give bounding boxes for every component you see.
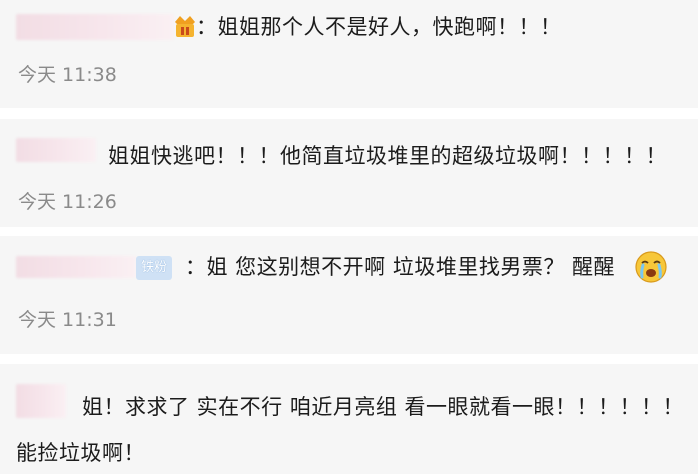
crying-emoji-icon [635, 251, 667, 283]
comment-text: ：姐 您这别想不开啊 垃圾堆里找男票？ 醒醒 [185, 255, 616, 279]
comment-timestamp: 今天 11:31 [18, 309, 117, 331]
comment-timestamp: 今天 11:26 [18, 191, 117, 213]
comment-text: 姐！求求了 实在不行 咱近月亮组 看一眼就看一眼！！！！！！ [82, 395, 685, 419]
username-blurred[interactable] [16, 14, 174, 40]
username-blurred[interactable] [16, 384, 66, 418]
comment-card: 铁粉 ：姐 您这别想不开啊 垃圾堆里找男票？ 醒醒 今天 11:31 [0, 236, 698, 354]
username-blurred[interactable] [16, 138, 96, 162]
comment-text-continued: 能捡垃圾啊！ [16, 441, 145, 465]
comment-timestamp: 今天 11:38 [18, 64, 117, 86]
comment-card: ：姐姐那个人不是好人，快跑啊！！！ 今天 11:38 [0, 0, 698, 108]
comment-card: 姐！求求了 实在不行 咱近月亮组 看一眼就看一眼！！！！！！ 能捡垃圾啊！ [0, 364, 698, 474]
comment-text: ：姐姐那个人不是好人，快跑啊！！！ [196, 15, 562, 39]
vip-badge-icon [175, 16, 195, 37]
username-blurred[interactable] [16, 256, 136, 278]
fan-badge: 铁粉 [136, 256, 173, 280]
comment-text: 姐姐快逃吧！！！他简直垃圾堆里的超级垃圾啊！！！！！ [108, 144, 667, 168]
comment-card: 姐姐快逃吧！！！他简直垃圾堆里的超级垃圾啊！！！！！ 今天 11:26 [0, 119, 698, 227]
